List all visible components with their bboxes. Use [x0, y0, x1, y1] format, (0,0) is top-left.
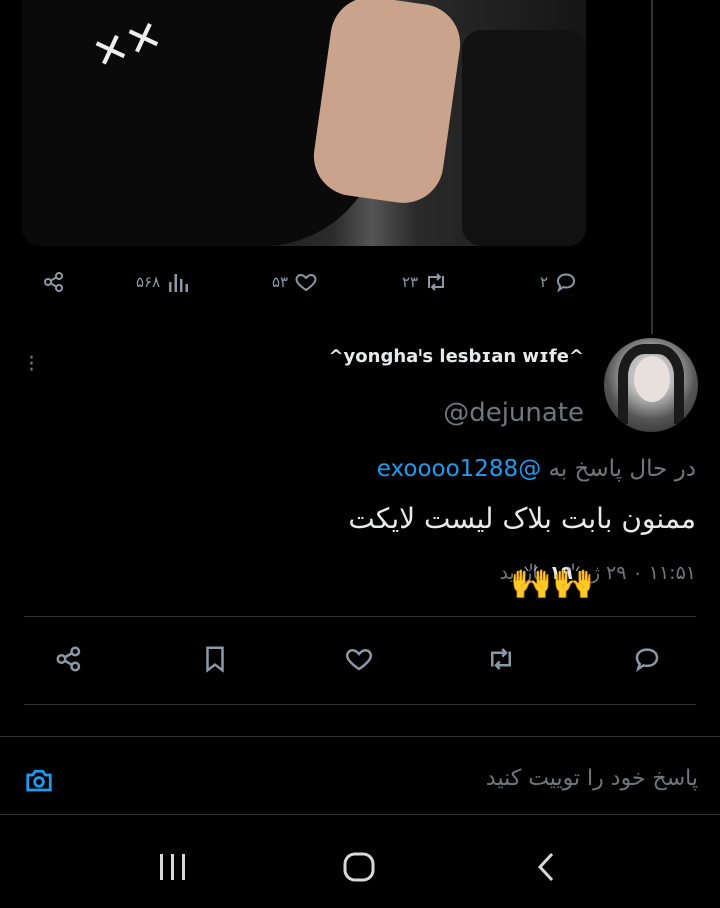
thread-connector [651, 0, 653, 334]
replying-to: در حال پاسخ به @exoooo1288 [377, 456, 696, 482]
bookmark-icon[interactable] [200, 644, 230, 678]
more-options-icon[interactable]: · · · [28, 348, 35, 382]
reply-icon [557, 273, 576, 293]
tweet-timestamp[interactable]: ۱۱:۵۱ ۰ ۲۹ ژ [591, 562, 696, 584]
recent-apps-icon[interactable] [158, 850, 188, 888]
views-stat[interactable]: ۵۶۸ [136, 270, 190, 294]
display-name[interactable]: ^yonghaᑊs lesbɪan wɪfe^ [328, 346, 584, 367]
tweet-text: ممنون بابت بلاک لیست لایکت [348, 502, 696, 535]
like-stat[interactable]: ۵۳ [272, 270, 318, 294]
reply-count: ۲ [540, 273, 549, 291]
retweet-count: ۲۳ [402, 273, 419, 291]
heart-icon[interactable] [344, 644, 374, 678]
heart-icon [295, 273, 317, 292]
home-icon[interactable] [342, 850, 376, 888]
analytics-icon [169, 274, 189, 292]
share-icon[interactable] [54, 644, 84, 678]
avatar[interactable] [604, 338, 698, 432]
like-count: ۵۳ [272, 273, 289, 291]
retweet-icon [428, 273, 445, 291]
replying-mention-link[interactable]: @exoooo1288 [377, 456, 541, 482]
tweet-action-bar [0, 636, 720, 686]
retweet-stat[interactable]: ۲۳ [402, 270, 448, 294]
camera-icon[interactable] [24, 765, 54, 799]
divider [0, 814, 720, 815]
retweet-icon[interactable] [486, 644, 516, 678]
reply-stat[interactable]: ۲ [540, 270, 578, 294]
replying-prefix: در حال پاسخ به [548, 456, 696, 482]
divider [24, 616, 696, 617]
user-handle[interactable]: @dejunate [443, 398, 584, 428]
system-nav-bar [0, 830, 720, 908]
tweet-media-image[interactable]: ✕✕ [22, 0, 586, 246]
emoji-sticker: 🙌🙌 [510, 562, 595, 602]
divider [0, 736, 720, 737]
reply-input[interactable]: پاسخ خود را توییت کنید [486, 766, 698, 791]
divider [24, 704, 696, 705]
reply-icon[interactable] [632, 644, 662, 678]
back-icon[interactable] [534, 850, 560, 888]
share-icon[interactable] [42, 270, 66, 294]
views-count: ۵۶۸ [136, 273, 161, 291]
